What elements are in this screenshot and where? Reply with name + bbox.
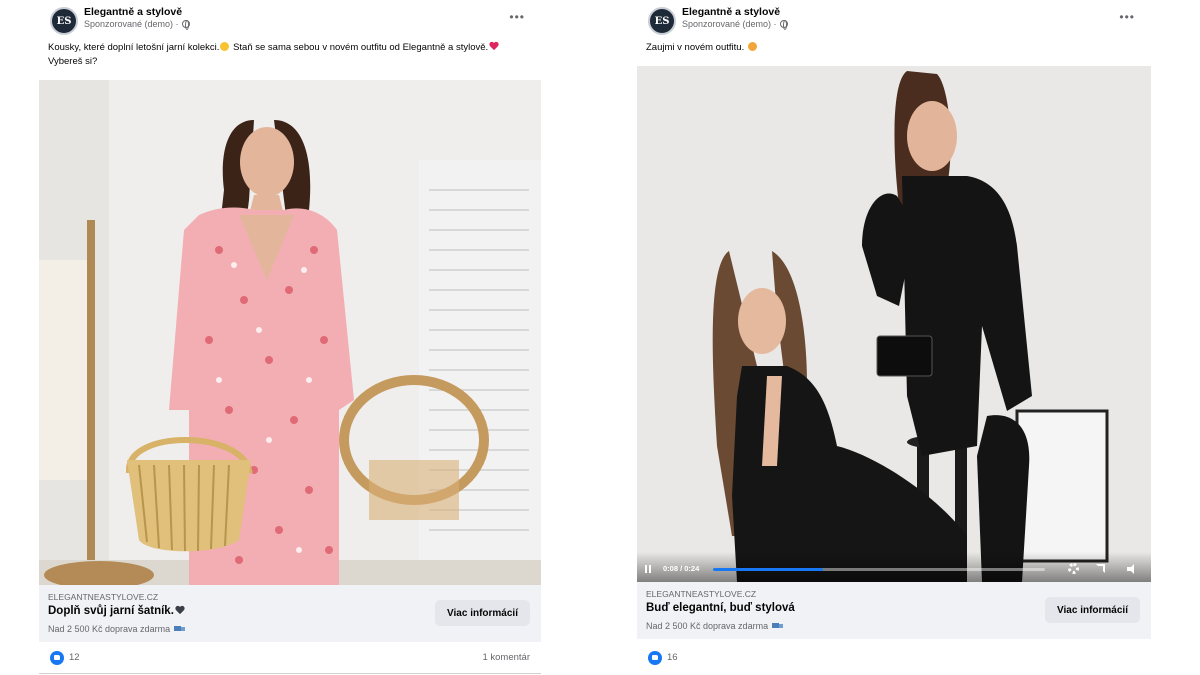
sponsored-label: Sponzorované (demo) · [682, 19, 788, 30]
more-options-icon[interactable]: ••• [509, 10, 525, 24]
like-icon[interactable] [648, 651, 662, 665]
learn-more-button[interactable]: Viac informácií [1045, 597, 1140, 623]
description-text: Nad 2 500 Kč doprava zdarma [48, 624, 171, 634]
black-heart-emoji-icon [175, 606, 185, 615]
reactions-bar: 16 [637, 642, 1151, 674]
photo-model-floral-dress [39, 80, 541, 585]
globe-icon [779, 20, 788, 30]
page-avatar[interactable]: ES [648, 7, 676, 35]
reactions-bar: 12 1 komentár [39, 642, 541, 674]
fullscreen-icon[interactable] [1096, 564, 1105, 573]
link-preview-footer[interactable]: ELEGANTNEASTYLOVE.CZ Buď elegantní, buď … [637, 582, 1151, 639]
video-time-readout: 0:08 / 0:24 [663, 564, 700, 573]
gear-icon[interactable] [1068, 563, 1079, 574]
like-count[interactable]: 16 [667, 652, 678, 663]
headline-text: Doplň svůj jarní šatník. [48, 605, 174, 617]
page-avatar[interactable]: ES [50, 7, 78, 35]
hug-emoji-icon [747, 42, 757, 51]
link-headline[interactable]: Buď elegantní, buď stylová [646, 602, 795, 614]
truck-icon [174, 625, 186, 633]
sponsored-text: Sponzorované (demo) · [682, 19, 777, 29]
post-header: ES Elegantně a stylově Sponzorované (dem… [637, 0, 1151, 38]
learn-more-button[interactable]: Viac informácií [435, 600, 530, 626]
video-frame-two-models [637, 66, 1151, 582]
truck-icon [772, 622, 784, 630]
link-preview-footer[interactable]: ELEGANTNEASTYLOVE.CZ Doplň svůj jarní ša… [39, 585, 541, 642]
caption-text-3: Vybereš si? [48, 56, 98, 67]
ad-post-spring-collection: ES Elegantně a stylově Sponzorované (dem… [39, 0, 541, 675]
video-progress-bar[interactable] [713, 568, 1045, 571]
ad-post-outfit-video: ES Elegantně a stylově Sponzorované (dem… [637, 0, 1151, 675]
like-icon[interactable] [50, 651, 64, 665]
post-header: ES Elegantně a stylově Sponzorované (dem… [39, 0, 541, 38]
globe-icon [181, 20, 190, 30]
red-heart-emoji-icon [489, 42, 499, 51]
link-domain: ELEGANTNEASTYLOVE.CZ [646, 589, 757, 599]
link-description: Nad 2 500 Kč doprava zdarma [48, 624, 186, 634]
caption-text-2: Staň se sama sebou v novém outfitu od El… [230, 42, 489, 53]
link-headline[interactable]: Doplň svůj jarní šatník. [48, 605, 186, 617]
post-caption: Kousky, které doplní letošní jarní kolek… [48, 41, 534, 69]
link-description: Nad 2 500 Kč doprava zdarma [646, 621, 784, 631]
page-name-link[interactable]: Elegantně a stylově [84, 6, 182, 18]
sponsored-text: Sponzorované (demo) · [84, 19, 179, 29]
page-name-link[interactable]: Elegantně a stylově [682, 6, 780, 18]
comment-count-link[interactable]: 1 komentár [482, 652, 530, 663]
ad-image-floral-dress[interactable] [39, 80, 541, 585]
smile-emoji-icon [220, 42, 230, 51]
sponsored-label: Sponzorované (demo) · [84, 19, 190, 30]
more-options-icon[interactable]: ••• [1119, 10, 1135, 24]
description-text: Nad 2 500 Kč doprava zdarma [646, 621, 769, 631]
ad-video-black-outfits[interactable]: 0:08 / 0:24 [637, 66, 1151, 582]
caption-text: Zaujmi v novém outfitu. [646, 42, 745, 53]
volume-icon[interactable] [1127, 564, 1137, 574]
link-domain: ELEGANTNEASTYLOVE.CZ [48, 592, 159, 602]
video-controls: 0:08 / 0:24 [637, 552, 1151, 582]
pause-icon[interactable] [645, 565, 651, 573]
caption-text-1: Kousky, které doplní letošní jarní kolek… [48, 42, 220, 53]
like-count[interactable]: 12 [69, 652, 80, 663]
video-progress-fill [713, 568, 823, 571]
post-caption: Zaujmi v novém outfitu. [646, 41, 1140, 55]
